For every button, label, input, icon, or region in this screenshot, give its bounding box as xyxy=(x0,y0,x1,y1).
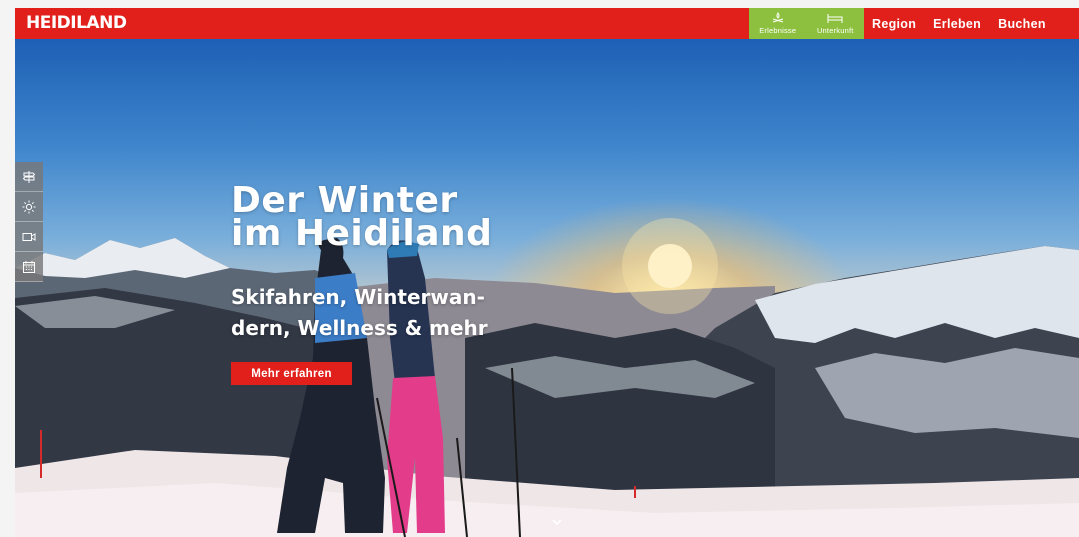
hero-subtitle-line-2: dern, Wellness & mehr xyxy=(231,316,488,340)
mehr-erfahren-button[interactable]: Mehr erfahren xyxy=(231,362,352,385)
quicknav-unterkunft[interactable]: Unterkunft xyxy=(807,8,865,39)
side-toolbar xyxy=(15,162,43,282)
heidiland-logo[interactable]: HEIDILAND xyxy=(26,13,127,33)
webcam-button[interactable] xyxy=(15,222,43,252)
calendar-icon xyxy=(23,260,35,273)
quicknav-erlebnisse-label: Erlebnisse xyxy=(759,26,797,35)
main-navigation: Region Erleben Buchen xyxy=(872,8,1063,39)
nav-region[interactable]: Region xyxy=(872,17,916,31)
nav-buchen[interactable]: Buchen xyxy=(998,17,1046,31)
campfire-icon xyxy=(772,12,783,23)
signpost-icon xyxy=(22,170,36,183)
quick-nav-panel: Erlebnisse Unterkunft xyxy=(749,8,864,39)
signpost-button[interactable] xyxy=(15,162,43,192)
nav-erleben[interactable]: Erleben xyxy=(933,17,981,31)
weather-button[interactable] xyxy=(15,192,43,222)
hero-subtitle-line-1: Skifahren, Winterwan- xyxy=(231,285,485,309)
weather-sun-icon xyxy=(22,200,36,213)
quicknav-unterkunft-label: Unterkunft xyxy=(816,26,854,35)
top-navigation-bar: HEIDILAND Erlebnisse Unterkunft Region E… xyxy=(15,8,1079,39)
hero-subtitle: Skifahren, Winterwan- dern, Wellness & m… xyxy=(231,282,488,344)
bed-icon xyxy=(827,14,843,23)
scroll-down-chevron-icon[interactable] xyxy=(550,516,564,528)
hero-title-line-2: im Heidiland xyxy=(231,213,493,254)
quicknav-erlebnisse[interactable]: Erlebnisse xyxy=(749,8,807,39)
hero-title: Der Winter im Heidiland xyxy=(231,183,493,254)
calendar-button[interactable] xyxy=(15,252,43,282)
sun-glare xyxy=(622,218,718,314)
browser-viewport: HEIDILAND Erlebnisse Unterkunft Region E… xyxy=(15,8,1079,537)
webcam-icon xyxy=(22,232,36,241)
